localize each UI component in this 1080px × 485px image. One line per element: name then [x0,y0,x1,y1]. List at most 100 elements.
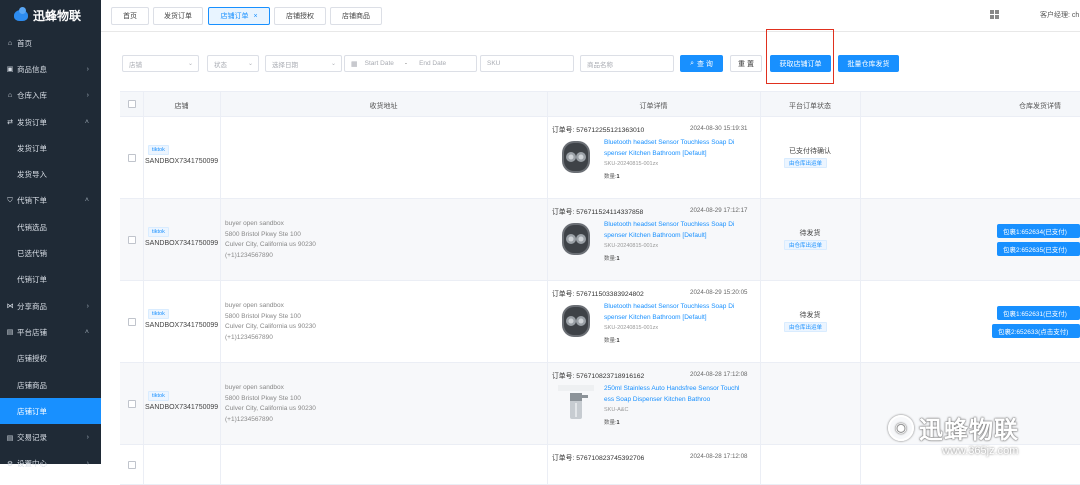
account-manager[interactable]: 客户经理: ch [1040,10,1079,20]
store-name: SANDBOX7341750099 [145,240,219,247]
row-checkbox[interactable] [128,154,136,162]
search-icon: ⌕ [690,59,694,67]
shipping-address: buyer open sandbox 5800 Bristol Pkwy Ste … [225,301,316,343]
column-header-warehouse-details: 仓库发货详情 [1019,103,1061,110]
input-placeholder: 商品名称 [587,61,613,69]
product-sku: SKU-A&C [604,407,629,413]
order-number-value[interactable]: 576711503383924802 [576,291,644,298]
package-button[interactable]: 包裹2:652635(已支付) [997,242,1080,256]
sidebar-item[interactable]: 店铺商品 [0,372,101,398]
app-logo[interactable]: 迅蜂物联 [0,0,101,30]
sidebar-item[interactable]: ⌂ 首页 [0,30,101,56]
sidebar-item[interactable]: ⌂ 仓库入库 › [0,83,101,109]
address-line: buyer open sandbox [225,220,284,227]
order-number-value[interactable]: 576712255121363010 [576,127,644,134]
app-title: 迅蜂物联 [33,8,82,23]
row-checkbox[interactable] [128,318,136,326]
status-select[interactable]: 状态 ⌄ [207,55,259,72]
product-thumbnail[interactable] [556,137,596,177]
apps-grid-icon[interactable] [990,10,999,19]
sidebar-menu: ⌂ 首页 ▣ 商品信息 › ⌂ 仓库入库 › ⇄ 发货订单 ˄ 发货订单 发货导入 ⛉ 代销下单 ˄ 代销选品已… [0,30,101,477]
date-range-picker[interactable]: ▦ Start Date - End Date [344,55,477,72]
order-number-value[interactable]: 576710823745392706 [576,455,644,462]
sidebar-item-label: 已选代销 [17,249,47,259]
sidebar-item-label: 店铺订单 [17,406,47,416]
package-button[interactable]: 包裹2:652633(点击支付) [992,324,1080,338]
store-select[interactable]: 店铺 ⌄ [122,55,199,72]
chevron-icon: › [86,302,89,310]
sidebar-item[interactable]: ▤ 交易记录 › [0,424,101,450]
sidebar-item[interactable]: ⋈ 分享商品 › [0,293,101,319]
end-date-placeholder: End Date [419,60,447,67]
product-name-line: spenser Kitchen Bathroom [Default] [604,314,707,321]
product-name-link[interactable]: Bluetooth headset Sensor Touchless Soap … [604,137,754,159]
address-line: buyer open sandbox [225,302,284,309]
sidebar-item[interactable]: ▣ 商品信息 › [0,56,101,82]
sidebar-item[interactable]: 店铺订单 [0,398,101,425]
quantity-label: 数量: [604,338,617,344]
warehouse-waybill-link[interactable]: 由仓库出运单 [784,158,828,168]
tab-bar: 首页 发货订单 店铺订单 × 店铺授权 店铺商品 客户经理: ch [101,0,1080,32]
sidebar-item[interactable]: 发货订单 [0,135,101,161]
order-number-value[interactable]: 576710823718916162 [576,373,644,380]
tab-store-products[interactable]: 店铺商品 [330,7,382,25]
warehouse-waybill-link[interactable]: 由仓库出运单 [784,322,828,332]
product-name-link[interactable]: Bluetooth headset Sensor Touchless Soap … [604,301,754,323]
quantity-value: 1 [616,338,620,344]
product-quantity: 数量:1 [604,336,620,344]
row-checkbox[interactable] [128,461,136,469]
tab-home[interactable]: 首页 [111,7,149,25]
sidebar-item-label: 店铺授权 [17,354,47,364]
sidebar-item[interactable]: 发货导入 [0,161,101,187]
tab-label: 发货订单 [164,13,192,20]
product-thumbnail[interactable] [556,383,596,423]
product-thumbnail[interactable] [556,301,596,341]
order-number-label: 订单号: [552,209,575,216]
sidebar-item-label: 平台店铺 [17,327,47,337]
date-type-select[interactable]: 选择日期 ⌄ [265,55,342,72]
bulk-warehouse-ship-button[interactable]: 批量仓库发货 [838,55,899,72]
product-name-line: Bluetooth headset Sensor Touchless Soap … [604,221,735,228]
table-row: tiktok SANDBOX7341750099 buyer open sandbo… [120,199,1080,281]
chevron-icon: › [86,434,89,442]
product-name-link[interactable]: 250ml Stainless Auto Handsfree Sensor To… [604,383,754,405]
chevron-down-icon: ⌄ [330,61,336,67]
cart-icon: ⛉ [7,196,13,204]
package-button[interactable]: 包裹1:652631(已支付) [997,306,1080,320]
sidebar-item[interactable]: ▤ 平台店铺 ˄ [0,319,101,345]
sidebar-item[interactable]: 代销订单 [0,267,101,293]
reset-button[interactable]: 重 置 [730,55,762,72]
address-line: 5800 Bristol Pkwy Ste 100 [225,230,301,238]
select-placeholder: 状态 [214,61,227,69]
chevron-down-icon: ⌄ [187,61,193,67]
sidebar-item[interactable]: ⛉ 代销下单 ˄ [0,188,101,214]
product-thumbnail[interactable] [556,219,596,259]
order-number-value[interactable]: 576711524114337858 [576,209,643,216]
order-time: 2024-08-30 15:19:31 [690,125,748,132]
sidebar-item[interactable]: 代销选品 [0,214,101,240]
order-number-label: 订单号: [552,127,575,134]
package-button[interactable]: 包裹1:652634(已支付) [997,224,1080,238]
order-number: 订单号: 576710823718916162 [552,370,644,380]
tab-store-auth[interactable]: 店铺授权 [274,7,326,25]
row-checkbox[interactable] [128,400,136,408]
input-placeholder: SKU [487,60,501,67]
order-number: 订单号: 576712255121363010 [552,124,644,134]
sidebar-item[interactable]: 店铺授权 [0,346,101,372]
tab-shipping-orders[interactable]: 发货订单 [153,7,203,25]
product-name-input[interactable]: 商品名称 [580,55,674,72]
close-icon[interactable]: × [253,13,257,20]
warehouse-icon: ⌂ [7,92,13,100]
tab-store-orders[interactable]: 店铺订单 × [208,7,270,25]
warehouse-waybill-link[interactable]: 由仓库出运单 [784,240,828,250]
query-button[interactable]: ⌕ 查 询 [680,55,723,72]
sidebar-item[interactable]: ⇄ 发货订单 ˄ [0,109,101,135]
product-name-link[interactable]: Bluetooth headset Sensor Touchless Soap … [604,219,754,241]
table-row: tiktok SANDBOX7341750099 订单号: 5767122551213… [120,117,1080,199]
row-checkbox[interactable] [128,236,136,244]
order-time: 2024-08-29 17:12:17 [690,207,748,214]
sku-input[interactable]: SKU [480,55,574,72]
store-name: SANDBOX7341750099 [145,322,219,329]
select-all-checkbox[interactable] [128,100,136,108]
sidebar-item[interactable]: 已选代销 [0,240,101,266]
